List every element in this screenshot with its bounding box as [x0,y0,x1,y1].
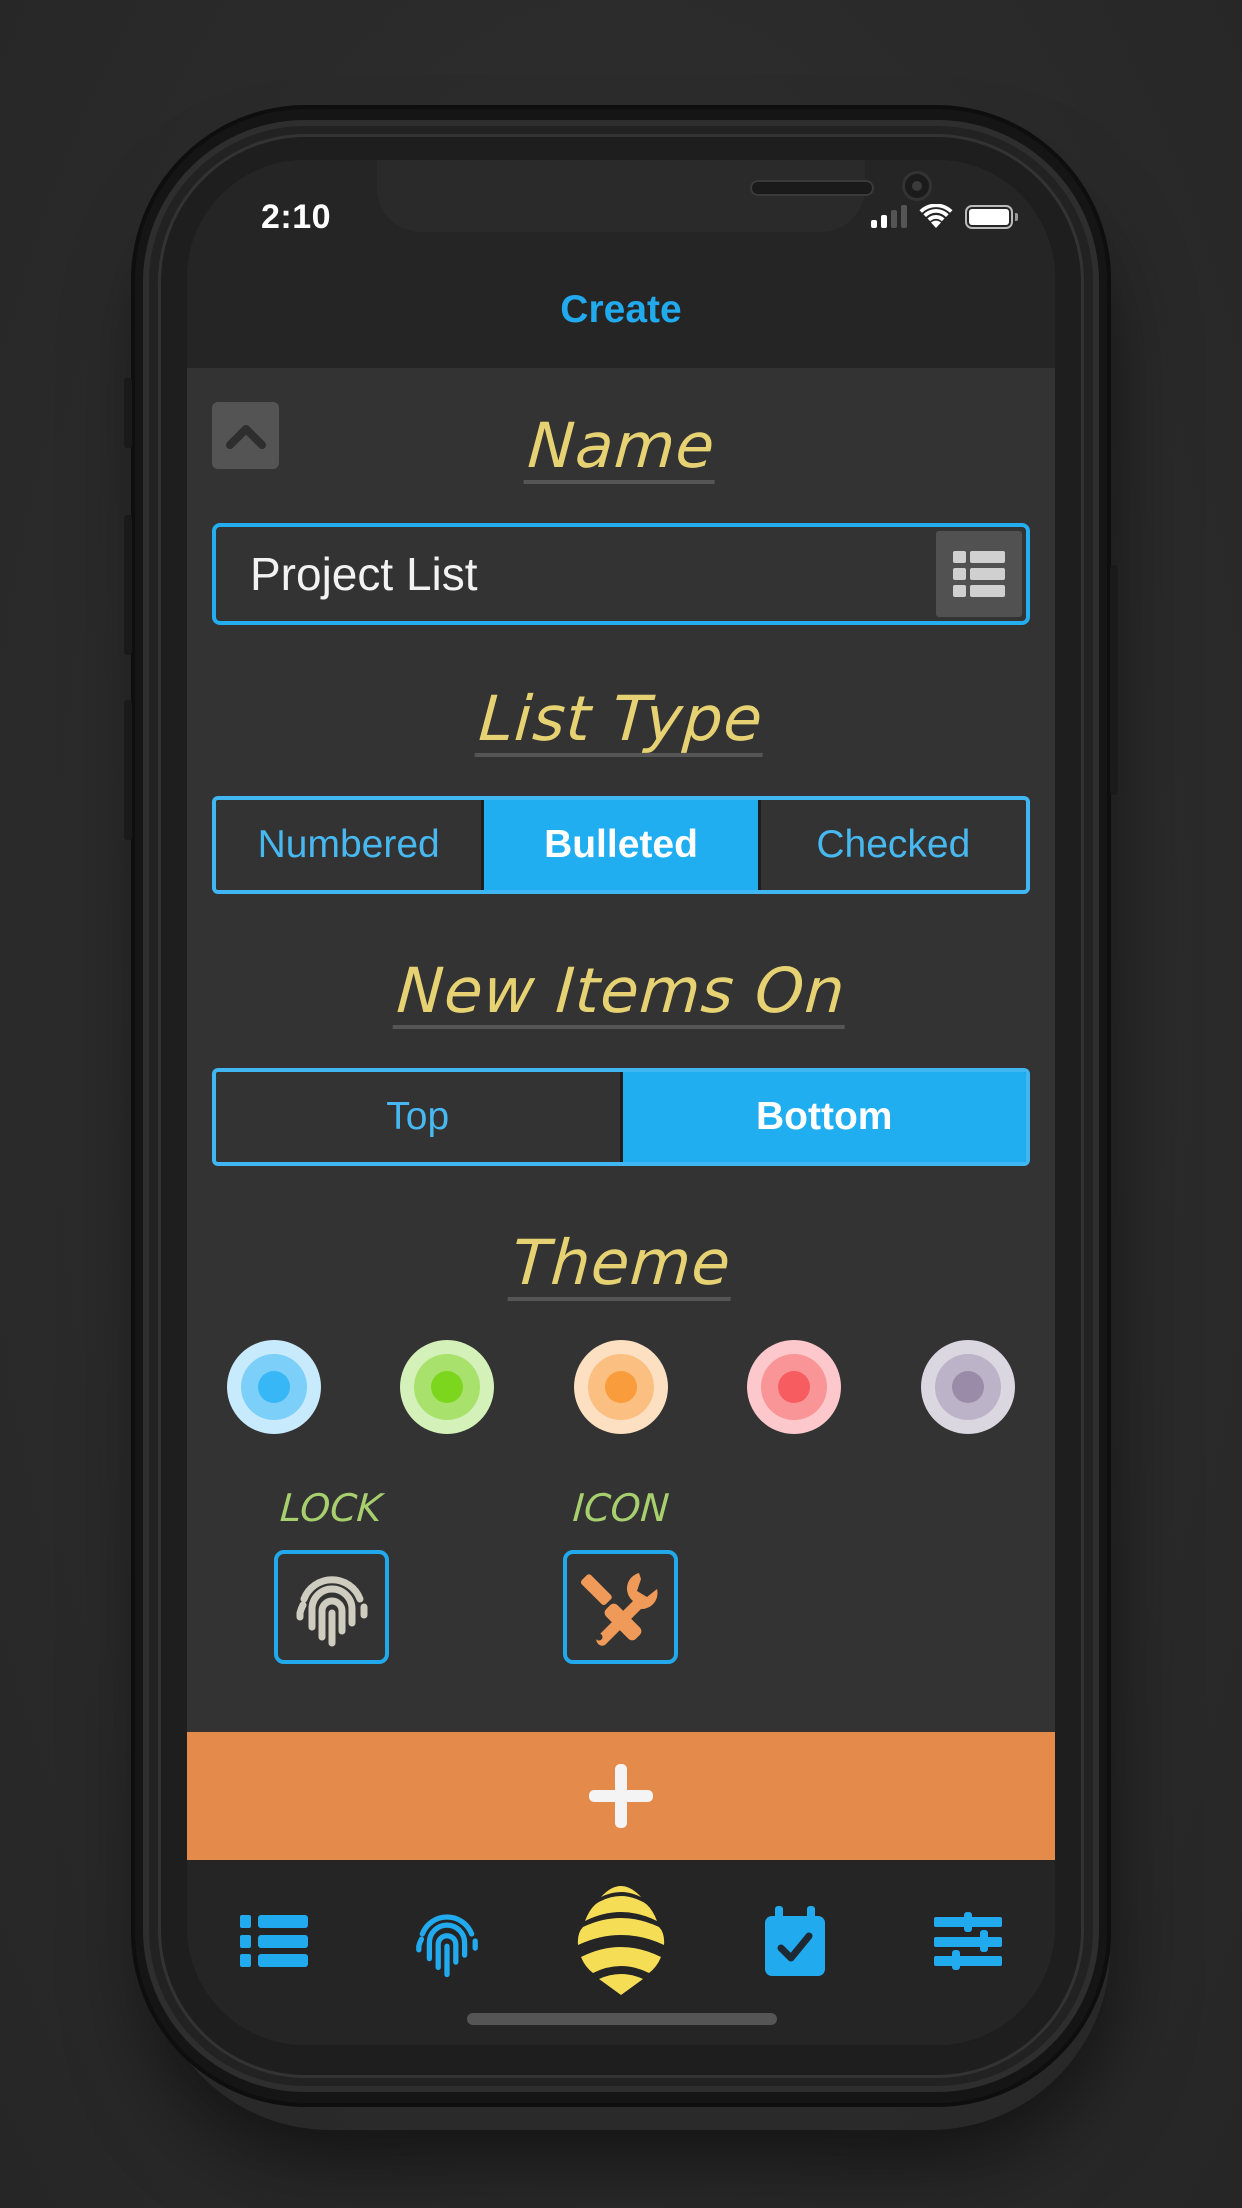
name-input[interactable] [250,527,910,621]
speaker-grille [750,180,874,196]
list-type-segmented-control: Numbered Bulleted Checked [212,796,1030,894]
theme-swatch-purple[interactable] [921,1340,1015,1434]
icon-label: ICON [571,1486,671,1530]
lock-label: LOCK [278,1486,384,1530]
app-screen: 2:10 Create Name Project List List Type … [187,160,1055,2045]
tools-icon [580,1573,658,1646]
side-button-volume-down [124,700,132,840]
list-icon [240,1915,308,1967]
tab-lock[interactable] [392,1886,502,1996]
calendar-check-icon [765,1906,825,1976]
notch [377,160,932,232]
list-type-numbered[interactable]: Numbered [216,800,485,890]
theme-picker [187,1340,1055,1436]
name-input-container [212,523,1030,625]
tab-bar [187,1860,1055,2045]
tab-home[interactable] [566,1872,676,2002]
theme-swatch-orange[interactable] [574,1340,668,1434]
fingerprint-icon [416,1914,478,1978]
theme-swatch-blue[interactable] [227,1340,321,1434]
bee-logo-icon [577,1886,665,1995]
sliders-icon [934,1912,1002,1970]
side-button-power [1110,565,1118,795]
lock-toggle-button[interactable] [274,1550,389,1664]
theme-section-title: Theme [187,1226,1055,1301]
front-camera [902,171,932,201]
status-icons [871,204,1018,230]
new-items-bottom[interactable]: Bottom [622,1072,1026,1162]
tab-lists[interactable] [219,1886,329,1996]
fingerprint-icon [296,1576,367,1647]
new-items-section-title: New Items On [187,954,1055,1029]
icon-picker-button[interactable] [563,1550,678,1664]
wifi-icon [919,204,953,228]
battery-full-icon [965,205,1018,229]
list-type-title-text: List Type [474,682,768,757]
side-button-volume-up [124,515,132,655]
name-section-title: Name [187,409,1055,484]
new-items-title-text: New Items On [392,954,850,1029]
navigation-header: 2:10 Create [187,160,1055,368]
tab-calendar[interactable] [740,1886,850,1996]
list-type-bulleted[interactable]: Bulleted [484,800,761,890]
list-type-section-title: List Type [187,682,1055,757]
theme-title-text: Theme [507,1226,735,1301]
new-items-top[interactable]: Top [216,1072,623,1162]
page-title: Create [560,288,682,331]
list-picker-button[interactable] [936,531,1022,617]
signal-icon [871,205,907,228]
theme-swatch-red[interactable] [747,1340,841,1434]
list-grid-icon [953,551,1005,597]
new-items-segmented-control: Top Bottom [212,1068,1030,1166]
home-indicator[interactable] [467,2013,777,2025]
tab-settings[interactable] [913,1886,1023,1996]
plus-icon [589,1764,653,1828]
theme-swatch-green[interactable] [400,1340,494,1434]
list-type-checked[interactable]: Checked [761,800,1026,890]
add-list-button[interactable] [187,1732,1055,1860]
side-button-silent [124,378,132,448]
name-title-text: Name [523,409,719,484]
status-time: 2:10 [261,198,332,236]
